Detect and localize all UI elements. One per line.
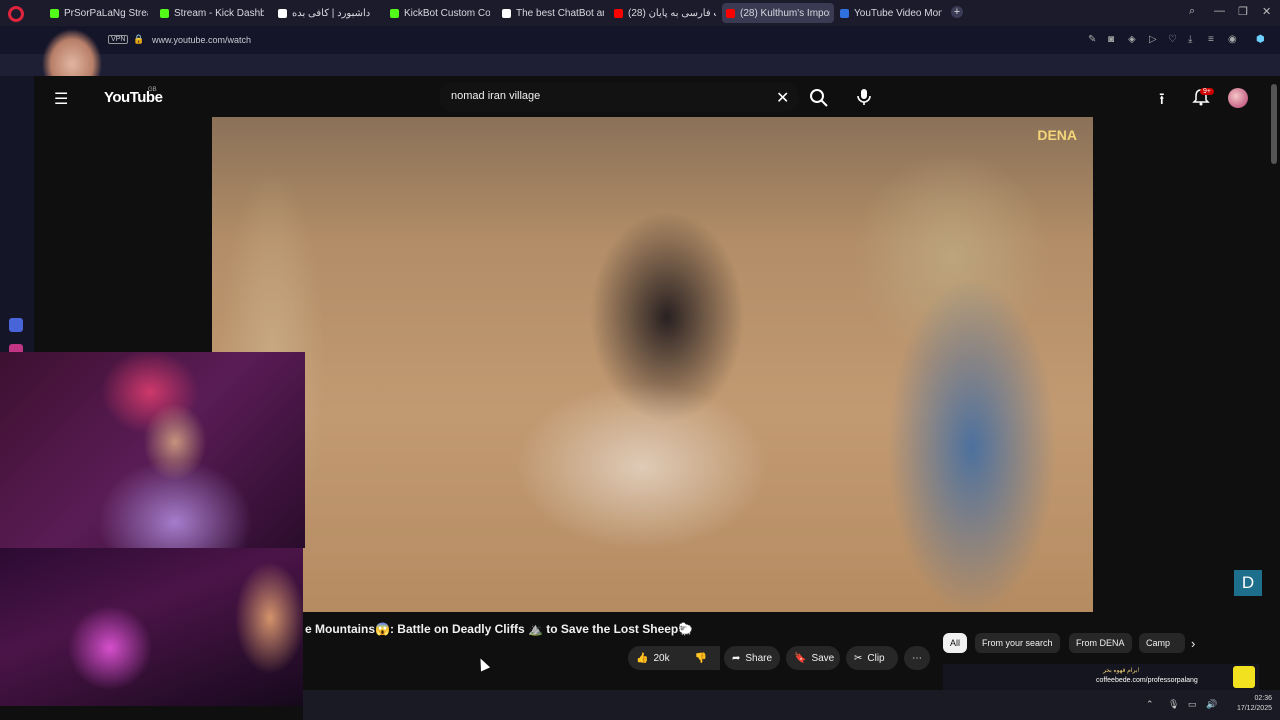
like-count: 20k	[653, 652, 670, 664]
channel-watermark-badge[interactable]: D	[1234, 570, 1262, 596]
extension-icon[interactable]: ⬢	[1256, 34, 1265, 45]
video-watermark: DENA	[1037, 127, 1077, 143]
upload-icon[interactable]: ⭱	[1159, 88, 1165, 115]
tab-kickbot[interactable]: KickBot Custom Commands	[386, 3, 494, 23]
tab-coffeebede[interactable]: داشبورد | کافی بده	[274, 3, 382, 23]
bookmarks-bar	[0, 54, 1280, 76]
bookmark-icon: 🔖	[794, 652, 807, 664]
tray-network-icon[interactable]: ▭	[1188, 699, 1197, 710]
video-player[interactable]: DENA	[212, 117, 1093, 612]
calculator-icon	[840, 8, 849, 18]
microphone-icon[interactable]	[854, 87, 874, 107]
youtube-header: ☰ YouTube GB ✕ ⭱ 9+	[34, 76, 1280, 118]
sidebar-aria-icon[interactable]	[9, 318, 23, 332]
tab-chatbot[interactable]: The best ChatBot and Widgets	[498, 3, 608, 23]
search-box[interactable]	[439, 82, 799, 112]
clock-time: 02:36	[1254, 695, 1272, 702]
kick-icon	[390, 8, 399, 18]
page-scrollbar[interactable]	[1271, 84, 1277, 164]
tab-kick-dashboard[interactable]: Stream - Kick Dashboard	[156, 3, 268, 23]
search-input[interactable]	[451, 90, 771, 102]
play-icon[interactable]: ▷	[1149, 34, 1157, 45]
close-window-button[interactable]: ✕	[1262, 5, 1271, 18]
save-label: Save	[811, 652, 835, 664]
hamburger-menu-icon[interactable]: ☰	[54, 89, 68, 109]
kick-icon	[160, 8, 169, 18]
search-icon[interactable]	[809, 88, 829, 108]
coffee-ad-banner[interactable]: برام قهوه بخر! coffeebede.com/professorp…	[943, 664, 1259, 690]
url-field[interactable]: www.youtube.com/watch	[152, 35, 251, 45]
profile-icon[interactable]: ◉	[1228, 34, 1237, 45]
tray-microphone-icon[interactable]: 🎙	[1168, 699, 1179, 710]
share-button[interactable]: ➦ Share	[724, 646, 780, 670]
video-title: e Mountains😱: Battle on Deadly Cliffs ⛰️…	[305, 622, 694, 636]
mouse-cursor-icon	[475, 656, 491, 672]
dislike-button[interactable]: 👎	[684, 646, 718, 670]
chatbot-icon	[502, 8, 511, 18]
coffee-cup-icon	[1233, 666, 1255, 688]
maximize-button[interactable]: ❐	[1238, 5, 1248, 18]
minimize-button[interactable]: —	[1214, 5, 1225, 17]
notification-count-badge: 9+	[1200, 88, 1214, 95]
account-avatar[interactable]	[1228, 88, 1248, 108]
shield-icon[interactable]: ◈	[1128, 34, 1136, 45]
clip-label: Clip	[867, 652, 885, 664]
more-actions-button[interactable]: ⋯	[904, 646, 930, 670]
youtube-icon	[726, 8, 735, 18]
address-bar: VPN 🔒 www.youtube.com/watch ✎ ◙ ◈ ▷ ♡ ⤓ …	[0, 26, 1280, 54]
share-label: Share	[745, 652, 773, 664]
chip-all[interactable]: All	[943, 633, 968, 653]
webcam-overlay-room	[0, 548, 303, 706]
video-actions: 👍 20k 👎 ➦ Share 🔖 Save ✂ Clip ⋯	[628, 646, 938, 672]
tab-youtube-persian[interactable]: (28) آیا یوتیوب فارسی به پایان	[610, 3, 720, 23]
coffee-icon	[278, 8, 287, 18]
tab-bar: PrSorPaLaNg Stream Stream - Kick Dashboa…	[0, 0, 1280, 26]
chip-from-dena[interactable]: From DENA	[1069, 633, 1132, 653]
lock-icon[interactable]: 🔒	[133, 34, 144, 45]
share-icon: ➦	[732, 652, 741, 664]
new-tab-button[interactable]: +	[951, 6, 963, 18]
chip-from-your-search[interactable]: From your search	[975, 633, 1060, 653]
related-filter-chips: All From your search From DENA Camp ›	[943, 633, 1263, 655]
tray-volume-icon[interactable]: 🔊	[1206, 699, 1217, 710]
edit-icon[interactable]: ✎	[1088, 34, 1096, 45]
save-button[interactable]: 🔖 Save	[786, 646, 840, 670]
clip-button[interactable]: ✂ Clip	[846, 646, 898, 670]
thumbs-down-icon: 👎	[694, 652, 708, 664]
clear-search-icon[interactable]: ✕	[776, 88, 789, 108]
tab-youtube-active[interactable]: (28) Kulthum's Impossible	[722, 3, 834, 23]
clock[interactable]: 02:36 17/12/2025	[1237, 694, 1272, 714]
tray-chevron-up-icon[interactable]: ⌃	[1146, 699, 1154, 710]
heart-icon[interactable]: ♡	[1168, 34, 1177, 45]
camera-icon[interactable]: ◙	[1108, 34, 1114, 45]
more-icon: ⋯	[912, 652, 922, 664]
thumbs-up-icon: 👍	[636, 652, 649, 664]
clock-date: 17/12/2025	[1236, 705, 1272, 712]
scissors-icon: ✂	[854, 652, 863, 664]
opera-logo-icon[interactable]	[8, 6, 24, 22]
chevron-right-icon[interactable]: ›	[1191, 636, 1195, 651]
ad-url: coffeebede.com/professorpalang	[1096, 677, 1198, 684]
webcam-overlay-face	[0, 352, 305, 548]
country-code: GB	[148, 87, 157, 93]
chip-camp[interactable]: Camp	[1139, 633, 1185, 653]
vpn-badge[interactable]: VPN	[108, 35, 129, 44]
tab-money-calculator[interactable]: YouTube Video Money Calculator	[836, 3, 946, 23]
tab-search-icon[interactable]: ⌕	[1189, 5, 1195, 18]
os-taskbar: ⌃ 🎙 ▭ 🔊 02:36 17/12/2025	[303, 690, 1280, 720]
menu-icon[interactable]: ≡	[1208, 34, 1214, 45]
youtube-icon	[614, 8, 623, 18]
ad-headline: برام قهوه بخر!	[1103, 668, 1140, 674]
download-icon[interactable]: ⤓	[1188, 34, 1192, 45]
